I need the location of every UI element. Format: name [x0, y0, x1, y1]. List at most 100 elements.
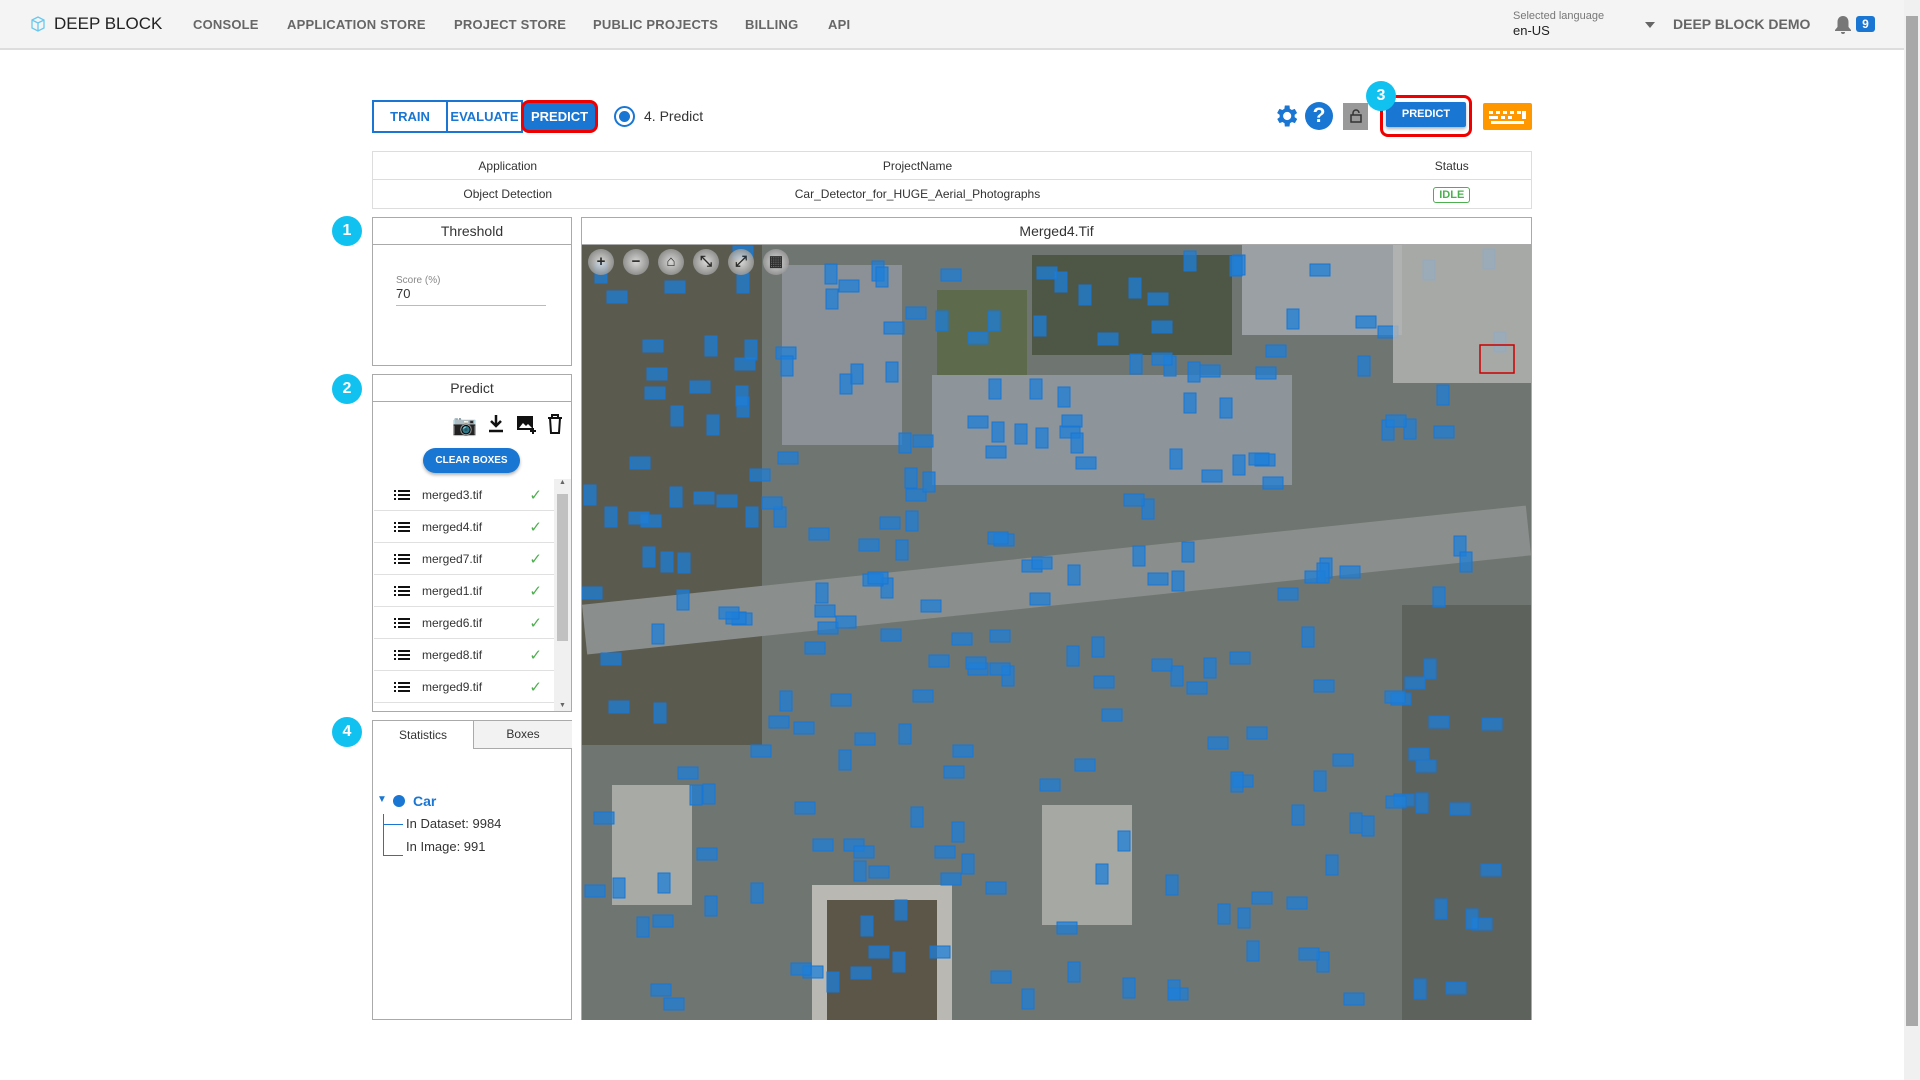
tab-boxes[interactable]: Boxes	[473, 721, 572, 749]
aerial-image-canvas[interactable]	[582, 245, 1531, 1020]
detection-box	[1298, 947, 1320, 961]
detection-box	[838, 279, 860, 293]
score-input[interactable]: 70	[396, 286, 546, 306]
detection-box	[1167, 979, 1181, 1001]
nav-billing[interactable]: BILLING	[745, 17, 798, 32]
detection-box	[735, 385, 749, 407]
detection-box	[1232, 454, 1246, 476]
nav-project-store[interactable]: PROJECT STORE	[454, 17, 566, 32]
fullscreen-icon[interactable]: ⤡	[693, 249, 719, 275]
minimap[interactable]	[1393, 245, 1531, 383]
trash-icon[interactable]	[546, 413, 564, 435]
tab-statistics[interactable]: Statistics	[373, 721, 473, 749]
detection-box	[1067, 961, 1081, 983]
tab-train[interactable]: TRAIN	[372, 100, 448, 133]
status-badge: IDLE	[1433, 187, 1471, 203]
detection-box	[650, 983, 672, 997]
detection-box	[1151, 658, 1173, 672]
detection-box	[612, 877, 626, 899]
step-4-badge: 4	[332, 717, 362, 747]
detection-box	[1061, 414, 1083, 428]
bell-icon[interactable]	[1834, 15, 1852, 35]
file-list-item[interactable]: merged6.tif ✓	[374, 607, 554, 639]
list-icon	[394, 521, 410, 532]
tab-evaluate[interactable]: EVALUATE	[446, 100, 523, 133]
clear-boxes-button[interactable]: CLEAR BOXES	[423, 448, 520, 473]
predict-button[interactable]: PREDICT	[1386, 102, 1466, 127]
detection-box	[940, 268, 962, 282]
detection-box	[1349, 812, 1363, 834]
file-list-item[interactable]: merged7.tif ✓	[374, 543, 554, 575]
notification-badge: 9	[1856, 16, 1875, 32]
user-menu[interactable]: DEEP BLOCK DEMO	[1673, 16, 1810, 32]
add-image-icon[interactable]	[515, 413, 537, 435]
detection-box	[879, 516, 901, 530]
list-icon	[394, 681, 410, 692]
detection-box	[892, 951, 906, 973]
file-list-item[interactable]: merged1.tif ✓	[374, 575, 554, 607]
detection-box	[1066, 645, 1080, 667]
help-icon[interactable]: ?	[1305, 102, 1333, 130]
detection-box	[1147, 572, 1169, 586]
gear-icon[interactable]	[1272, 102, 1300, 130]
detection-box	[1229, 651, 1251, 665]
language-label: Selected language	[1513, 10, 1605, 22]
check-icon: ✓	[529, 486, 542, 504]
list-icon	[394, 585, 410, 596]
detection-box	[629, 456, 651, 470]
detection-box	[875, 266, 889, 288]
keyboard-button[interactable]	[1483, 103, 1532, 130]
zoom-out-icon[interactable]: −	[623, 249, 649, 275]
detection-box	[935, 310, 949, 332]
chevron-down-icon[interactable]	[1645, 22, 1655, 28]
zoom-in-icon[interactable]: +	[588, 249, 614, 275]
file-list-item[interactable]: merged8.tif ✓	[374, 639, 554, 671]
detection-box	[1171, 570, 1185, 592]
col-application: Application	[478, 158, 538, 173]
detection-box	[853, 845, 875, 859]
home-icon[interactable]: ⌂	[658, 249, 684, 275]
lock-button[interactable]	[1343, 103, 1368, 130]
file-list-item[interactable]: merged4.tif ✓	[374, 511, 554, 543]
nav-public-projects[interactable]: PUBLIC PROJECTS	[593, 17, 718, 32]
detection-box	[910, 806, 924, 828]
check-icon: ✓	[529, 614, 542, 632]
detection-box	[780, 355, 794, 377]
detection-box	[867, 571, 889, 585]
detection-box	[1277, 587, 1299, 601]
nav-console[interactable]: CONSOLE	[193, 17, 259, 32]
language-select[interactable]: en-US	[1513, 23, 1550, 38]
collapse-icon[interactable]: ▼	[377, 794, 387, 805]
grid-icon[interactable]: ▦	[763, 249, 789, 275]
detection-box	[990, 970, 1012, 984]
detection-box	[1343, 992, 1365, 1006]
detection-box	[880, 628, 902, 642]
step-radio[interactable]	[614, 106, 635, 127]
file-list-scrollbar[interactable]: ▲ ▼	[554, 479, 571, 711]
detection-box	[1415, 759, 1437, 773]
detection-box	[904, 467, 918, 489]
file-list-item[interactable]: merged9.tif ✓	[374, 671, 554, 703]
detection-box	[1316, 562, 1330, 584]
tab-predict[interactable]: PREDICT	[521, 100, 598, 133]
detection-box	[1123, 493, 1145, 507]
detection-box	[1057, 386, 1071, 408]
detection-box	[582, 586, 603, 600]
nav-api[interactable]: API	[828, 17, 850, 32]
detection-box	[965, 656, 987, 670]
detection-box	[868, 945, 890, 959]
detection-box	[814, 604, 836, 618]
detection-box	[657, 872, 671, 894]
nav-application-store[interactable]: APPLICATION STORE	[287, 17, 426, 32]
logo[interactable]: DEEP BLOCK	[28, 14, 162, 34]
add-camera-icon[interactable]: 📷	[452, 413, 477, 438]
download-icon[interactable]	[486, 413, 506, 435]
file-list-item[interactable]: merged3.tif ✓	[374, 479, 554, 511]
rotate-icon[interactable]: ⤢	[728, 249, 754, 275]
page-scrollbar[interactable]	[1904, 0, 1920, 1080]
detection-box	[885, 361, 899, 383]
detection-box	[642, 339, 664, 353]
detection-box	[1078, 284, 1092, 306]
detection-box	[943, 765, 965, 779]
detection-box	[1029, 378, 1043, 400]
